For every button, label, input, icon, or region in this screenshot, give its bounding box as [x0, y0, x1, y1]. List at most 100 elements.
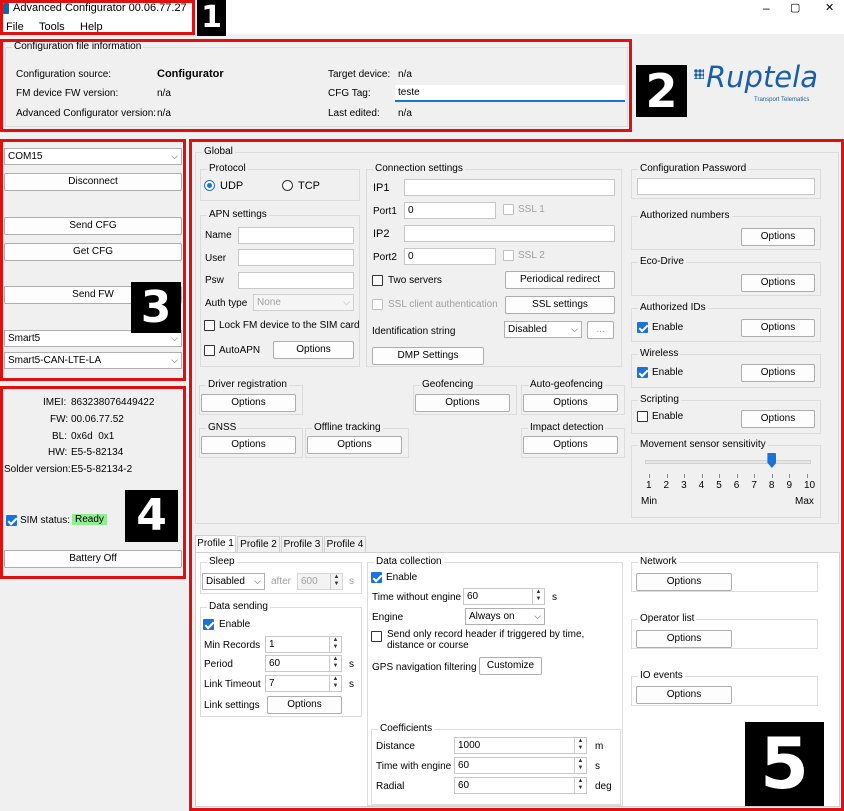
auth-ids-options-button[interactable]: Options	[741, 319, 815, 337]
impact-detection-options-button[interactable]: Options	[523, 436, 618, 454]
auth-ids-enable-checkbox[interactable]	[637, 322, 648, 333]
port1-input[interactable]: 0	[404, 202, 496, 219]
sim-status-checkbox[interactable]	[6, 515, 17, 526]
auto-geofencing-options-button[interactable]: Options	[523, 394, 618, 412]
two-servers-checkbox[interactable]	[372, 275, 383, 286]
io-events-label: IO events	[638, 670, 685, 681]
ssl1-checkbox[interactable]	[503, 204, 514, 215]
minimize-button[interactable]: –	[763, 1, 770, 15]
wireless-options-button[interactable]: Options	[741, 364, 815, 382]
eco-drive-options-button[interactable]: Options	[741, 274, 815, 292]
config-password-input[interactable]	[637, 178, 815, 195]
link-timeout-label: Link Timeout	[204, 679, 261, 690]
time-with-engine-label: Time with engine	[376, 761, 452, 772]
time-with-engine-input[interactable]: 60 ▲ ▼	[454, 757, 587, 774]
slider-tick	[701, 474, 703, 478]
get-cfg-button[interactable]: Get CFG	[4, 243, 182, 261]
port2-input[interactable]: 0	[404, 248, 496, 265]
ssl-settings-button[interactable]: SSL settings	[505, 296, 615, 314]
menu-tools[interactable]: Tools	[39, 21, 65, 33]
battery-off-button[interactable]: Battery Off	[4, 550, 182, 568]
wireless-enable-checkbox[interactable]	[637, 367, 648, 378]
gnss-options-button[interactable]: Options	[201, 436, 296, 454]
radial-unit: deg	[595, 781, 612, 792]
tcp-radio[interactable]	[282, 180, 293, 191]
data-collection-enable-label: Enable	[386, 572, 418, 583]
geofencing-options-button[interactable]: Options	[415, 394, 510, 412]
slider-tick-label: 3	[681, 480, 687, 491]
network-options-button[interactable]: Options	[636, 573, 732, 591]
auth-type-select[interactable]: None ⌵	[253, 294, 354, 311]
menu-help[interactable]: Help	[80, 21, 103, 33]
dmp-settings-button[interactable]: DMP Settings	[372, 347, 484, 365]
ip1-input[interactable]	[404, 179, 615, 196]
send-header-checkbox[interactable]	[371, 631, 382, 642]
slider-tick-label: 2	[663, 480, 670, 491]
scripting-options-button[interactable]: Options	[741, 410, 815, 428]
bl-label: BL:	[52, 431, 68, 442]
io-events-options-button[interactable]: Options	[636, 686, 732, 704]
target-device-value: n/a	[398, 69, 412, 80]
menu-file[interactable]: File	[6, 21, 24, 33]
sleep-after-input[interactable]: 600 ▲ ▼	[297, 573, 343, 590]
tab-profile-3[interactable]: Profile 3	[281, 536, 323, 553]
link-settings-options-button[interactable]: Options	[267, 696, 342, 714]
id-string-dots-button[interactable]: ...	[587, 321, 614, 339]
ip2-input[interactable]	[404, 225, 615, 242]
udp-radio[interactable]	[204, 180, 215, 191]
apn-psw-input[interactable]	[238, 272, 354, 289]
movement-slider-track[interactable]	[645, 460, 811, 464]
adv-version-label: Advanced Configurator version:	[16, 108, 157, 119]
target-device-label: Target device:	[328, 69, 391, 80]
min-records-input[interactable]: 1 ▲ ▼	[265, 636, 342, 653]
radial-input[interactable]: 60 ▲ ▼	[454, 777, 587, 794]
apn-options-button[interactable]: Options	[273, 341, 354, 359]
periodical-redirect-button[interactable]: Periodical redirect	[505, 271, 615, 289]
link-timeout-unit: s	[349, 679, 354, 690]
lock-sim-checkbox[interactable]	[204, 320, 215, 331]
ssl-client-checkbox[interactable]	[372, 299, 383, 310]
data-sending-enable-label: Enable	[219, 619, 251, 630]
com-port-select[interactable]: COM15 ⌵	[4, 148, 182, 165]
menu-bar: File Tools Help	[0, 18, 844, 34]
distance-input[interactable]: 1000 ▲ ▼	[454, 737, 587, 754]
scripting-enable-checkbox[interactable]	[637, 411, 648, 422]
apn-psw-label: Psw	[205, 275, 224, 286]
ssl1-label: SSL 1	[518, 204, 545, 215]
id-string-select[interactable]: Disabled ⌵	[504, 321, 582, 338]
gps-customize-button[interactable]: Customize	[479, 657, 542, 675]
data-sending-enable-checkbox[interactable]	[203, 619, 214, 630]
ssl2-checkbox[interactable]	[503, 250, 514, 261]
period-input[interactable]: 60 ▲ ▼	[265, 655, 342, 672]
send-cfg-button[interactable]: Send CFG	[4, 217, 182, 235]
close-button[interactable]: ✕	[825, 1, 834, 14]
tab-profile-1[interactable]: Profile 1	[195, 535, 236, 552]
sleep-mode-select[interactable]: Disabled ⌵	[202, 573, 265, 590]
tab-profile-4[interactable]: Profile 4	[324, 536, 366, 553]
operator-list-options-button[interactable]: Options	[636, 630, 732, 648]
model-select[interactable]: Smart5-CAN-LTE-LA ⌵	[4, 352, 182, 369]
time-without-engine-input[interactable]: 60 ▲ ▼	[463, 588, 545, 605]
driver-registration-options-button[interactable]: Options	[201, 394, 296, 412]
cfg-tag-input[interactable]: teste	[395, 85, 625, 102]
slider-tick	[666, 474, 668, 478]
autoapn-checkbox[interactable]	[204, 345, 215, 356]
apn-name-label: Name	[205, 230, 232, 241]
sim-status-label: SIM status:	[20, 515, 71, 526]
apn-user-input[interactable]	[238, 249, 354, 266]
maximize-button[interactable]: ▢	[790, 1, 800, 14]
link-timeout-input[interactable]: 7 ▲ ▼	[265, 675, 342, 692]
disconnect-button[interactable]: Disconnect	[4, 173, 182, 191]
config-source-value: Configurator	[157, 68, 224, 80]
auth-ids-label: Authorized IDs	[638, 302, 708, 313]
offline-tracking-options-button[interactable]: Options	[307, 436, 402, 454]
badge-1: 1	[197, 0, 226, 36]
apn-name-input[interactable]	[238, 227, 354, 244]
auth-numbers-options-button[interactable]: Options	[741, 228, 815, 246]
engine-select[interactable]: Always on ⌵	[465, 608, 545, 625]
hw-label: HW:	[48, 447, 68, 458]
send-header-label: Send only record header if triggered by …	[387, 629, 585, 640]
tab-profile-2[interactable]: Profile 2	[237, 536, 280, 553]
app-icon	[3, 3, 9, 14]
data-collection-enable-checkbox[interactable]	[371, 572, 382, 583]
